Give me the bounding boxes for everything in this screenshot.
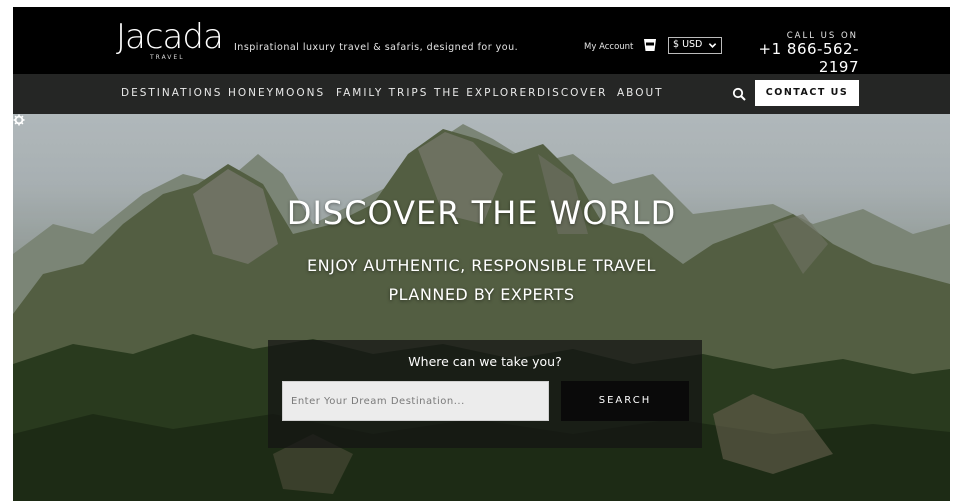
nav-discover[interactable]: DISCOVER	[537, 87, 607, 99]
hero-title: DISCOVER THE WORLD	[286, 194, 677, 232]
destination-search-input[interactable]	[282, 381, 549, 421]
logo-subtext: TRAVEL	[150, 54, 185, 61]
search-icon[interactable]	[732, 87, 746, 101]
logo[interactable]: Jacada TRAVEL	[116, 17, 226, 65]
currency-select[interactable]: $ USD	[668, 37, 722, 54]
page: Jacada TRAVEL Inspirational luxury trave…	[13, 7, 950, 501]
tagline: Inspirational luxury travel & safaris, d…	[234, 42, 519, 53]
phone-number[interactable]: +1 866-562-2197	[743, 40, 859, 76]
nav-honeymoons[interactable]: HONEYMOONS	[228, 87, 325, 99]
hero-section: DISCOVER THE WORLD ENJOY AUTHENTIC, RESP…	[13, 114, 950, 501]
hero-subtitle-line-1: ENJOY AUTHENTIC, RESPONSIBLE TRAVEL	[307, 256, 656, 275]
nav-the-explorer[interactable]: THE EXPLORER	[434, 87, 537, 99]
nav-about[interactable]: ABOUT	[617, 87, 664, 99]
logo-text: Jacada	[116, 17, 224, 57]
search-button[interactable]: SEARCH	[561, 381, 689, 421]
top-bar: Jacada TRAVEL Inspirational luxury trave…	[13, 7, 950, 76]
cup-icon[interactable]	[642, 37, 658, 53]
nav-destinations[interactable]: DESTINATIONS	[121, 87, 222, 99]
my-account-link[interactable]: My Account	[584, 42, 633, 52]
destination-search-box: Where can we take you? SEARCH	[268, 340, 702, 448]
chevron-down-icon	[708, 43, 717, 48]
hero-subtitle-line-2: PLANNED BY EXPERTS	[388, 285, 575, 304]
search-heading: Where can we take you?	[408, 354, 562, 369]
gear-icon[interactable]	[13, 114, 25, 126]
main-nav: DESTINATIONS HONEYMOONS FAMILY TRIPS THE…	[13, 74, 950, 114]
nav-family-trips[interactable]: FAMILY TRIPS	[336, 87, 428, 99]
currency-value: $ USD	[673, 39, 703, 50]
contact-us-button[interactable]: CONTACT US	[755, 80, 859, 106]
